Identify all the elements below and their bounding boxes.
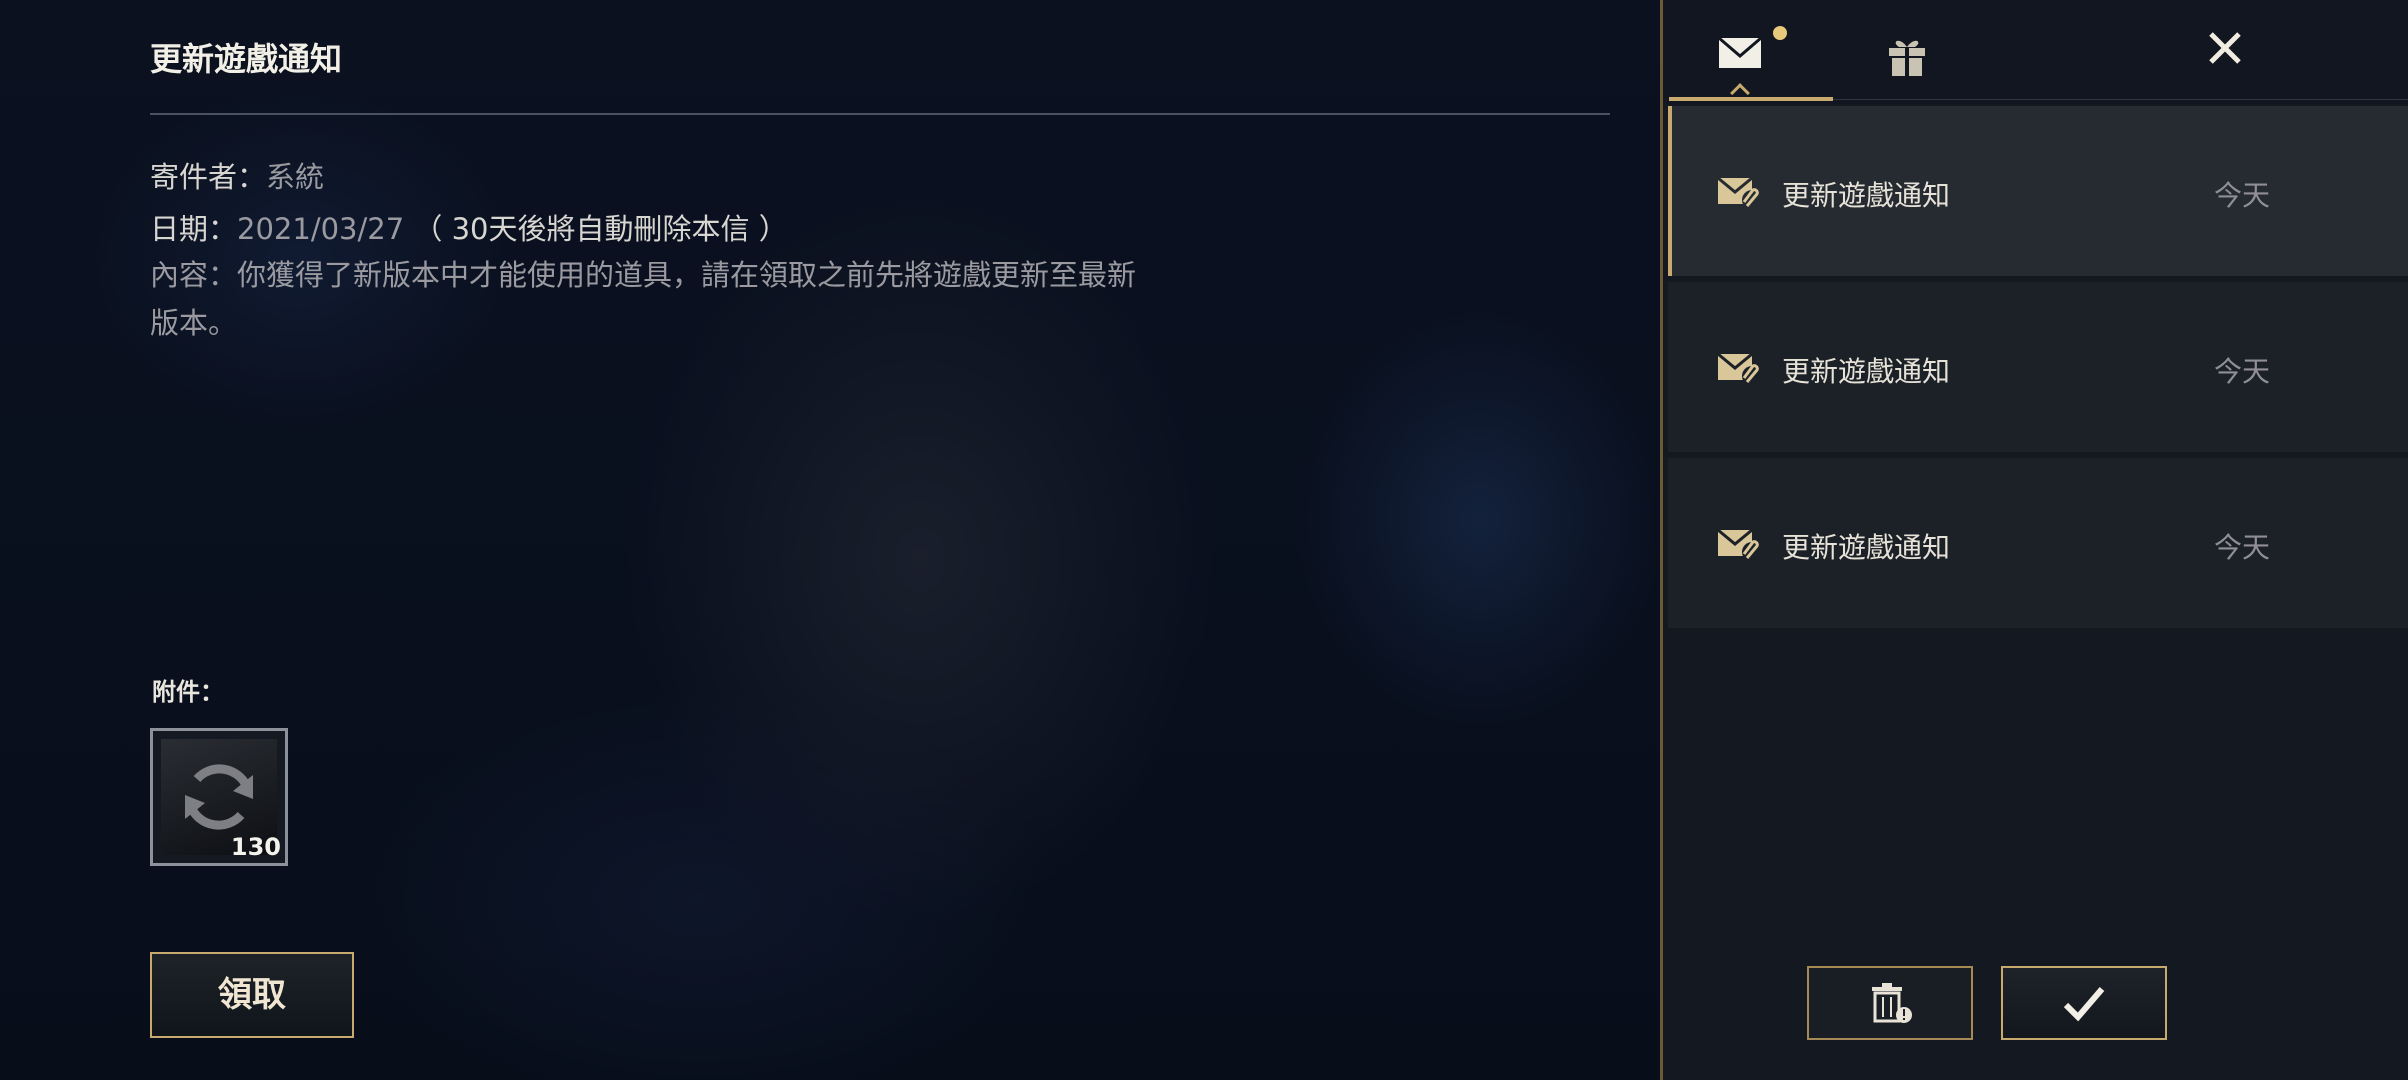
date-value: 2021/03/27 [237, 212, 405, 246]
active-tab-underline [1669, 97, 1833, 101]
mail-list-item[interactable]: 更新遊戲通知 今天 [1668, 458, 2408, 628]
close-button[interactable] [2203, 26, 2247, 70]
delete-button[interactable] [1807, 966, 1973, 1040]
mail-attachment-icon [1717, 528, 1762, 562]
mail-title: 更新遊戲通知 [150, 40, 343, 78]
attachments-label: 附件： [152, 678, 224, 706]
sender-value: 系統 [266, 160, 325, 194]
close-icon [2209, 32, 2241, 64]
title-divider [150, 113, 1610, 115]
date-note: （ 30天後將自動刪除本信 ） [413, 212, 788, 246]
content-text-line1: 你獲得了新版本中才能使用的道具，請在領取之前先將遊戲更新至最新 [237, 258, 1137, 292]
mail-panel: 更新遊戲通知 今天 更新遊戲通知 今天 更新遊戲通知 今天 [1660, 0, 2408, 1080]
gift-icon [1889, 40, 1925, 76]
mail-list-item-title: 更新遊戲通知 [1782, 355, 1951, 388]
tab-bar [1663, 0, 2408, 104]
tab-divider [1833, 99, 2408, 100]
date-line: 日期：2021/03/27 （ 30天後將自動刪除本信 ） [150, 206, 788, 248]
mail-attachment-icon [1717, 176, 1762, 210]
date-label: 日期： [150, 212, 238, 246]
delete-icon [1872, 983, 1912, 1023]
mail-list-item-date: 今天 [2214, 355, 2271, 388]
mail-detail: 更新遊戲通知 寄件者：系統 日期：2021/03/27 （ 30天後將自動刪除本… [0, 0, 1660, 1080]
mail-list-item-date: 今天 [2214, 179, 2271, 212]
confirm-button[interactable] [2001, 966, 2167, 1040]
attachment-item[interactable]: 130 [150, 728, 288, 866]
claim-button[interactable]: 領取 [150, 952, 354, 1038]
mail-list-item[interactable]: 更新遊戲通知 今天 [1668, 282, 2408, 452]
content-text-line2: 版本。 [150, 306, 238, 340]
selected-indicator [1668, 106, 1672, 276]
tab-mail[interactable] [1717, 34, 1765, 74]
mail-list-item-title: 更新遊戲通知 [1782, 179, 1951, 212]
sender-label: 寄件者： [150, 160, 267, 194]
mail-list-item[interactable]: 更新遊戲通知 今天 [1668, 106, 2408, 276]
notification-dot [1773, 26, 1787, 40]
attachment-count: 130 [230, 833, 281, 861]
sender-line: 寄件者：系統 [150, 154, 324, 196]
content-label: 內容： [150, 258, 238, 292]
content-line: 內容：你獲得了新版本中才能使用的道具，請在領取之前先將遊戲更新至最新 [150, 252, 1136, 294]
mail-list-item-title: 更新遊戲通知 [1782, 531, 1951, 564]
tab-gift[interactable] [1885, 34, 1929, 78]
mail-attachment-icon [1717, 352, 1762, 386]
check-icon [2063, 987, 2105, 1022]
mail-list-item-date: 今天 [2214, 531, 2271, 564]
mail-icon [1718, 36, 1762, 68]
